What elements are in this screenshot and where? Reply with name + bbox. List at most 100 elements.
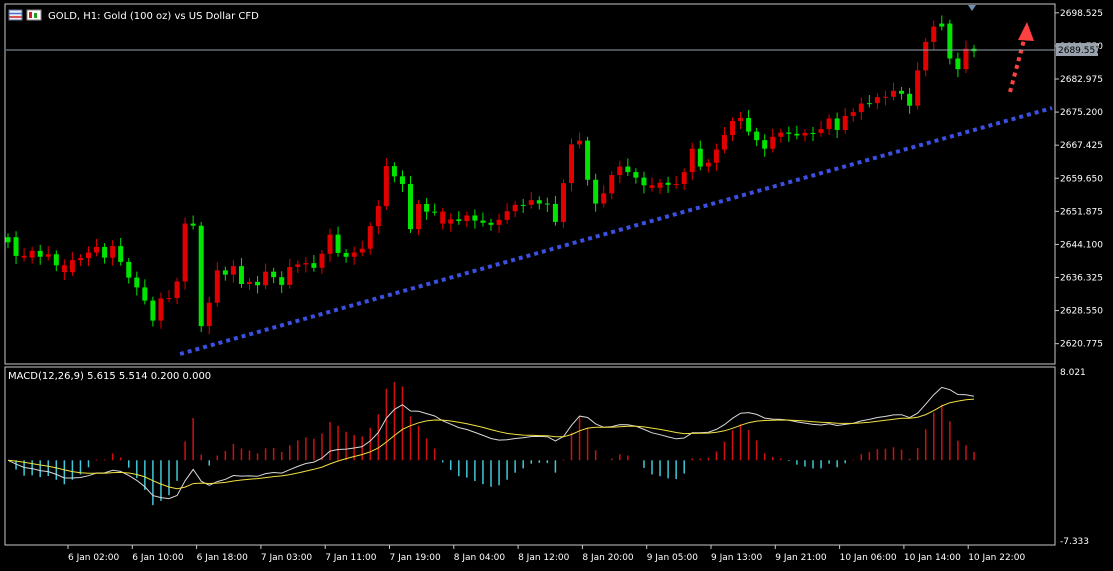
time-tick-label: 7 Jan 03:00 (261, 553, 313, 563)
candle-body (569, 144, 574, 184)
candle-body (842, 115, 848, 130)
time-tick-label: 6 Jan 10:00 (132, 553, 184, 563)
candle-body (609, 175, 615, 194)
candle-body (335, 234, 341, 253)
candle-body (577, 140, 583, 145)
candle-body (230, 266, 236, 275)
candle-body (641, 177, 647, 186)
candle-body (102, 246, 108, 258)
candle-body (391, 166, 397, 177)
candle-body (37, 250, 43, 257)
time-tick-label: 6 Jan 18:00 (197, 553, 249, 563)
candle-body (762, 140, 768, 149)
time-tick-label: 10 Jan 22:00 (968, 553, 1025, 563)
price-tick-label: 2659.650 (1060, 174, 1103, 184)
candle-body (359, 248, 365, 253)
candle-body (61, 265, 67, 273)
candle-body (94, 246, 100, 253)
price-tick-label: 2675.200 (1060, 108, 1103, 118)
candle-body (947, 23, 953, 59)
candle-body (504, 211, 510, 220)
time-tick-label: 10 Jan 06:00 (840, 553, 897, 563)
candle-body (432, 211, 438, 213)
candle-body (657, 182, 663, 188)
time-tick-label: 6 Jan 02:00 (68, 553, 120, 563)
candle-body (730, 121, 735, 136)
candle-body (279, 277, 285, 285)
macd-tick-label: -7.333 (1060, 537, 1089, 547)
candle-body (593, 179, 599, 204)
candle-body (367, 226, 373, 249)
candle-body (754, 131, 760, 141)
candle-body (488, 222, 494, 225)
candle-body (45, 254, 51, 257)
candle-body (166, 298, 172, 300)
time-tick-label: 10 Jan 14:00 (904, 553, 961, 563)
price-tick-label: 2620.775 (1060, 340, 1103, 350)
candle-body (649, 185, 655, 188)
candle-body (311, 263, 317, 268)
candle-body (794, 133, 800, 136)
candle-body (247, 281, 252, 284)
chart-type-icon (26, 9, 42, 21)
candle-body (134, 277, 140, 288)
gold-h1-chart[interactable]: 2698.5252690.7502682.9752675.2002667.425… (0, 0, 1113, 571)
candle-body (907, 93, 913, 106)
candle-body (142, 287, 148, 301)
candle-body (665, 182, 671, 185)
candle-body (399, 176, 405, 184)
candle-body (713, 149, 719, 163)
time-tick-label: 7 Jan 11:00 (325, 553, 377, 563)
price-tick-label: 2651.875 (1060, 207, 1103, 217)
candle-body (295, 264, 301, 267)
candle-body (343, 252, 349, 257)
candle-body (480, 220, 486, 223)
candle-body (222, 270, 228, 275)
candle-body (375, 206, 381, 227)
candle-body (601, 193, 607, 204)
candle-body (673, 184, 679, 185)
candle-body (69, 260, 75, 273)
candle-body (746, 118, 752, 132)
candle-body (778, 132, 784, 137)
candle-body (536, 200, 542, 204)
candle-body (923, 41, 929, 71)
candle-body (891, 90, 896, 97)
candle-body (424, 204, 430, 212)
candle-body (77, 258, 83, 261)
candle-body (520, 204, 526, 206)
candle-body (263, 271, 269, 286)
candle-body (882, 96, 888, 98)
price-tick-label: 2644.100 (1060, 240, 1103, 250)
candle-body (802, 132, 808, 136)
candle-body (5, 237, 11, 243)
candle-body (705, 162, 711, 167)
candle-body (528, 200, 534, 205)
candle-body (834, 118, 840, 130)
candle-body (118, 246, 124, 262)
price-tick-label: 2667.425 (1060, 141, 1103, 151)
candle-body (287, 266, 293, 285)
candle-body (86, 252, 91, 259)
candle-body (585, 140, 591, 180)
candle-body (190, 223, 196, 226)
candle-body (810, 132, 816, 134)
candle-body (681, 172, 687, 184)
candle-body (255, 281, 261, 286)
candle-body (383, 166, 389, 207)
candle-body (770, 136, 776, 149)
candle-body (915, 70, 921, 106)
candle-body (448, 219, 454, 224)
candle-body (963, 48, 969, 70)
candle-body (633, 172, 639, 178)
candle-body (931, 26, 937, 42)
time-tick-label: 9 Jan 21:00 (775, 553, 827, 563)
candle-body (327, 234, 333, 254)
current-price-tag: 2689.557 (1056, 43, 1101, 56)
candle-body (786, 132, 792, 134)
candle-body (440, 211, 446, 224)
candle-body (182, 223, 188, 282)
candle-body (826, 118, 832, 130)
candle-body (29, 250, 35, 258)
candle-body (818, 129, 824, 133)
